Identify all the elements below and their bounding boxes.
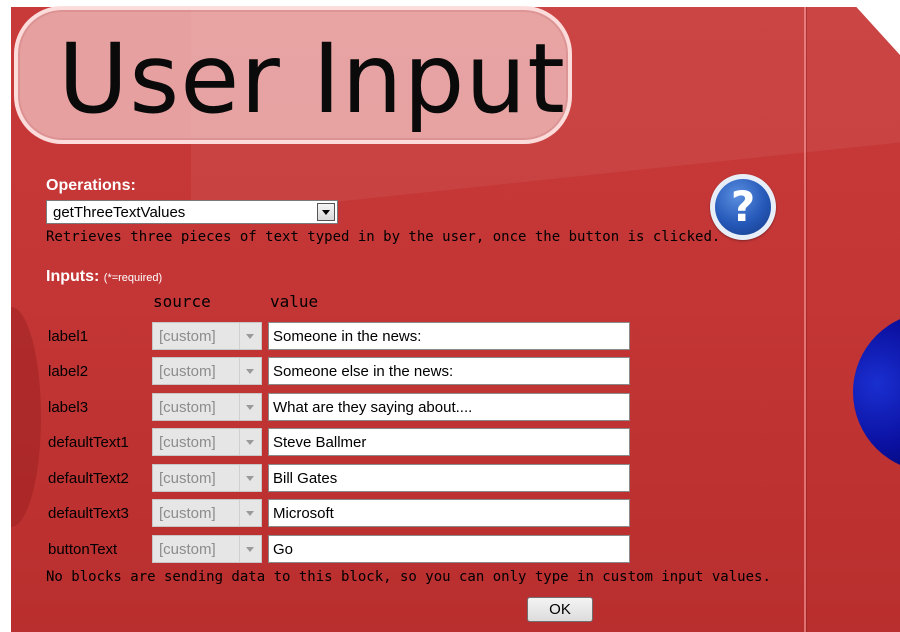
input-name: defaultText2	[48, 470, 129, 487]
corner-fold	[850, 0, 900, 55]
source-value: [custom]	[159, 363, 216, 380]
source-value: [custom]	[159, 541, 216, 558]
value-input[interactable]	[268, 393, 630, 421]
input-name: label1	[48, 328, 89, 345]
input-row-buttontext: buttonText [custom]	[0, 535, 900, 567]
source-value: [custom]	[159, 399, 216, 416]
operations-label: Operations:	[46, 177, 136, 194]
source-select[interactable]: [custom]	[152, 499, 262, 527]
input-row-defaulttext2: defaultText2 [custom]	[0, 464, 900, 496]
required-note: (*=required)	[103, 272, 163, 284]
input-name: label3	[48, 399, 89, 416]
source-select[interactable]: [custom]	[152, 322, 262, 350]
source-select[interactable]: [custom]	[152, 464, 262, 492]
source-value: [custom]	[159, 434, 216, 451]
value-input[interactable]	[268, 357, 630, 385]
source-select[interactable]: [custom]	[152, 357, 262, 385]
inputs-section-label: Inputs: (*=required)	[46, 268, 162, 286]
question-mark-icon: ?	[715, 179, 771, 235]
value-input[interactable]	[268, 499, 630, 527]
value-input[interactable]	[268, 322, 630, 350]
input-row-label1: label1 [custom]	[0, 322, 900, 354]
source-select[interactable]: [custom]	[152, 428, 262, 456]
title-banner: User Input	[14, 6, 572, 144]
source-value: [custom]	[159, 328, 216, 345]
input-name: defaultText1	[48, 434, 129, 451]
chevron-down-icon[interactable]	[239, 394, 261, 420]
source-value: [custom]	[159, 470, 216, 487]
operations-selected-value: getThreeTextValues	[53, 204, 186, 221]
chevron-down-icon[interactable]	[239, 323, 261, 349]
input-row-defaulttext1: defaultText1 [custom]	[0, 428, 900, 460]
chevron-down-icon[interactable]	[239, 429, 261, 455]
input-row-label3: label3 [custom]	[0, 393, 900, 425]
input-name: defaultText3	[48, 505, 129, 522]
value-input[interactable]	[268, 464, 630, 492]
chevron-down-icon[interactable]	[239, 500, 261, 526]
ok-button[interactable]: OK	[527, 597, 593, 622]
source-value: [custom]	[159, 505, 216, 522]
input-row-label2: label2 [custom]	[0, 357, 900, 389]
value-input[interactable]	[268, 428, 630, 456]
value-column-header: value	[270, 292, 319, 311]
app-window: User Input ? Operations: getThreeTextVal…	[0, 0, 900, 632]
chevron-down-icon[interactable]	[239, 358, 261, 384]
chevron-down-icon[interactable]	[239, 536, 261, 562]
chevron-down-icon[interactable]	[239, 465, 261, 491]
input-name: label2	[48, 363, 89, 380]
operation-description: Retrieves three pieces of text typed in …	[46, 229, 721, 245]
source-select[interactable]: [custom]	[152, 393, 262, 421]
input-name: buttonText	[48, 541, 118, 558]
chevron-down-icon[interactable]	[317, 203, 335, 221]
input-row-defaulttext3: defaultText3 [custom]	[0, 499, 900, 531]
page-title: User Input	[58, 23, 566, 135]
inputs-label: Inputs:	[46, 268, 100, 285]
value-input[interactable]	[268, 535, 630, 563]
source-column-header: source	[153, 292, 211, 311]
no-blocks-note: No blocks are sending data to this block…	[46, 569, 771, 585]
operations-select[interactable]: getThreeTextValues	[46, 200, 338, 224]
source-select[interactable]: [custom]	[152, 535, 262, 563]
